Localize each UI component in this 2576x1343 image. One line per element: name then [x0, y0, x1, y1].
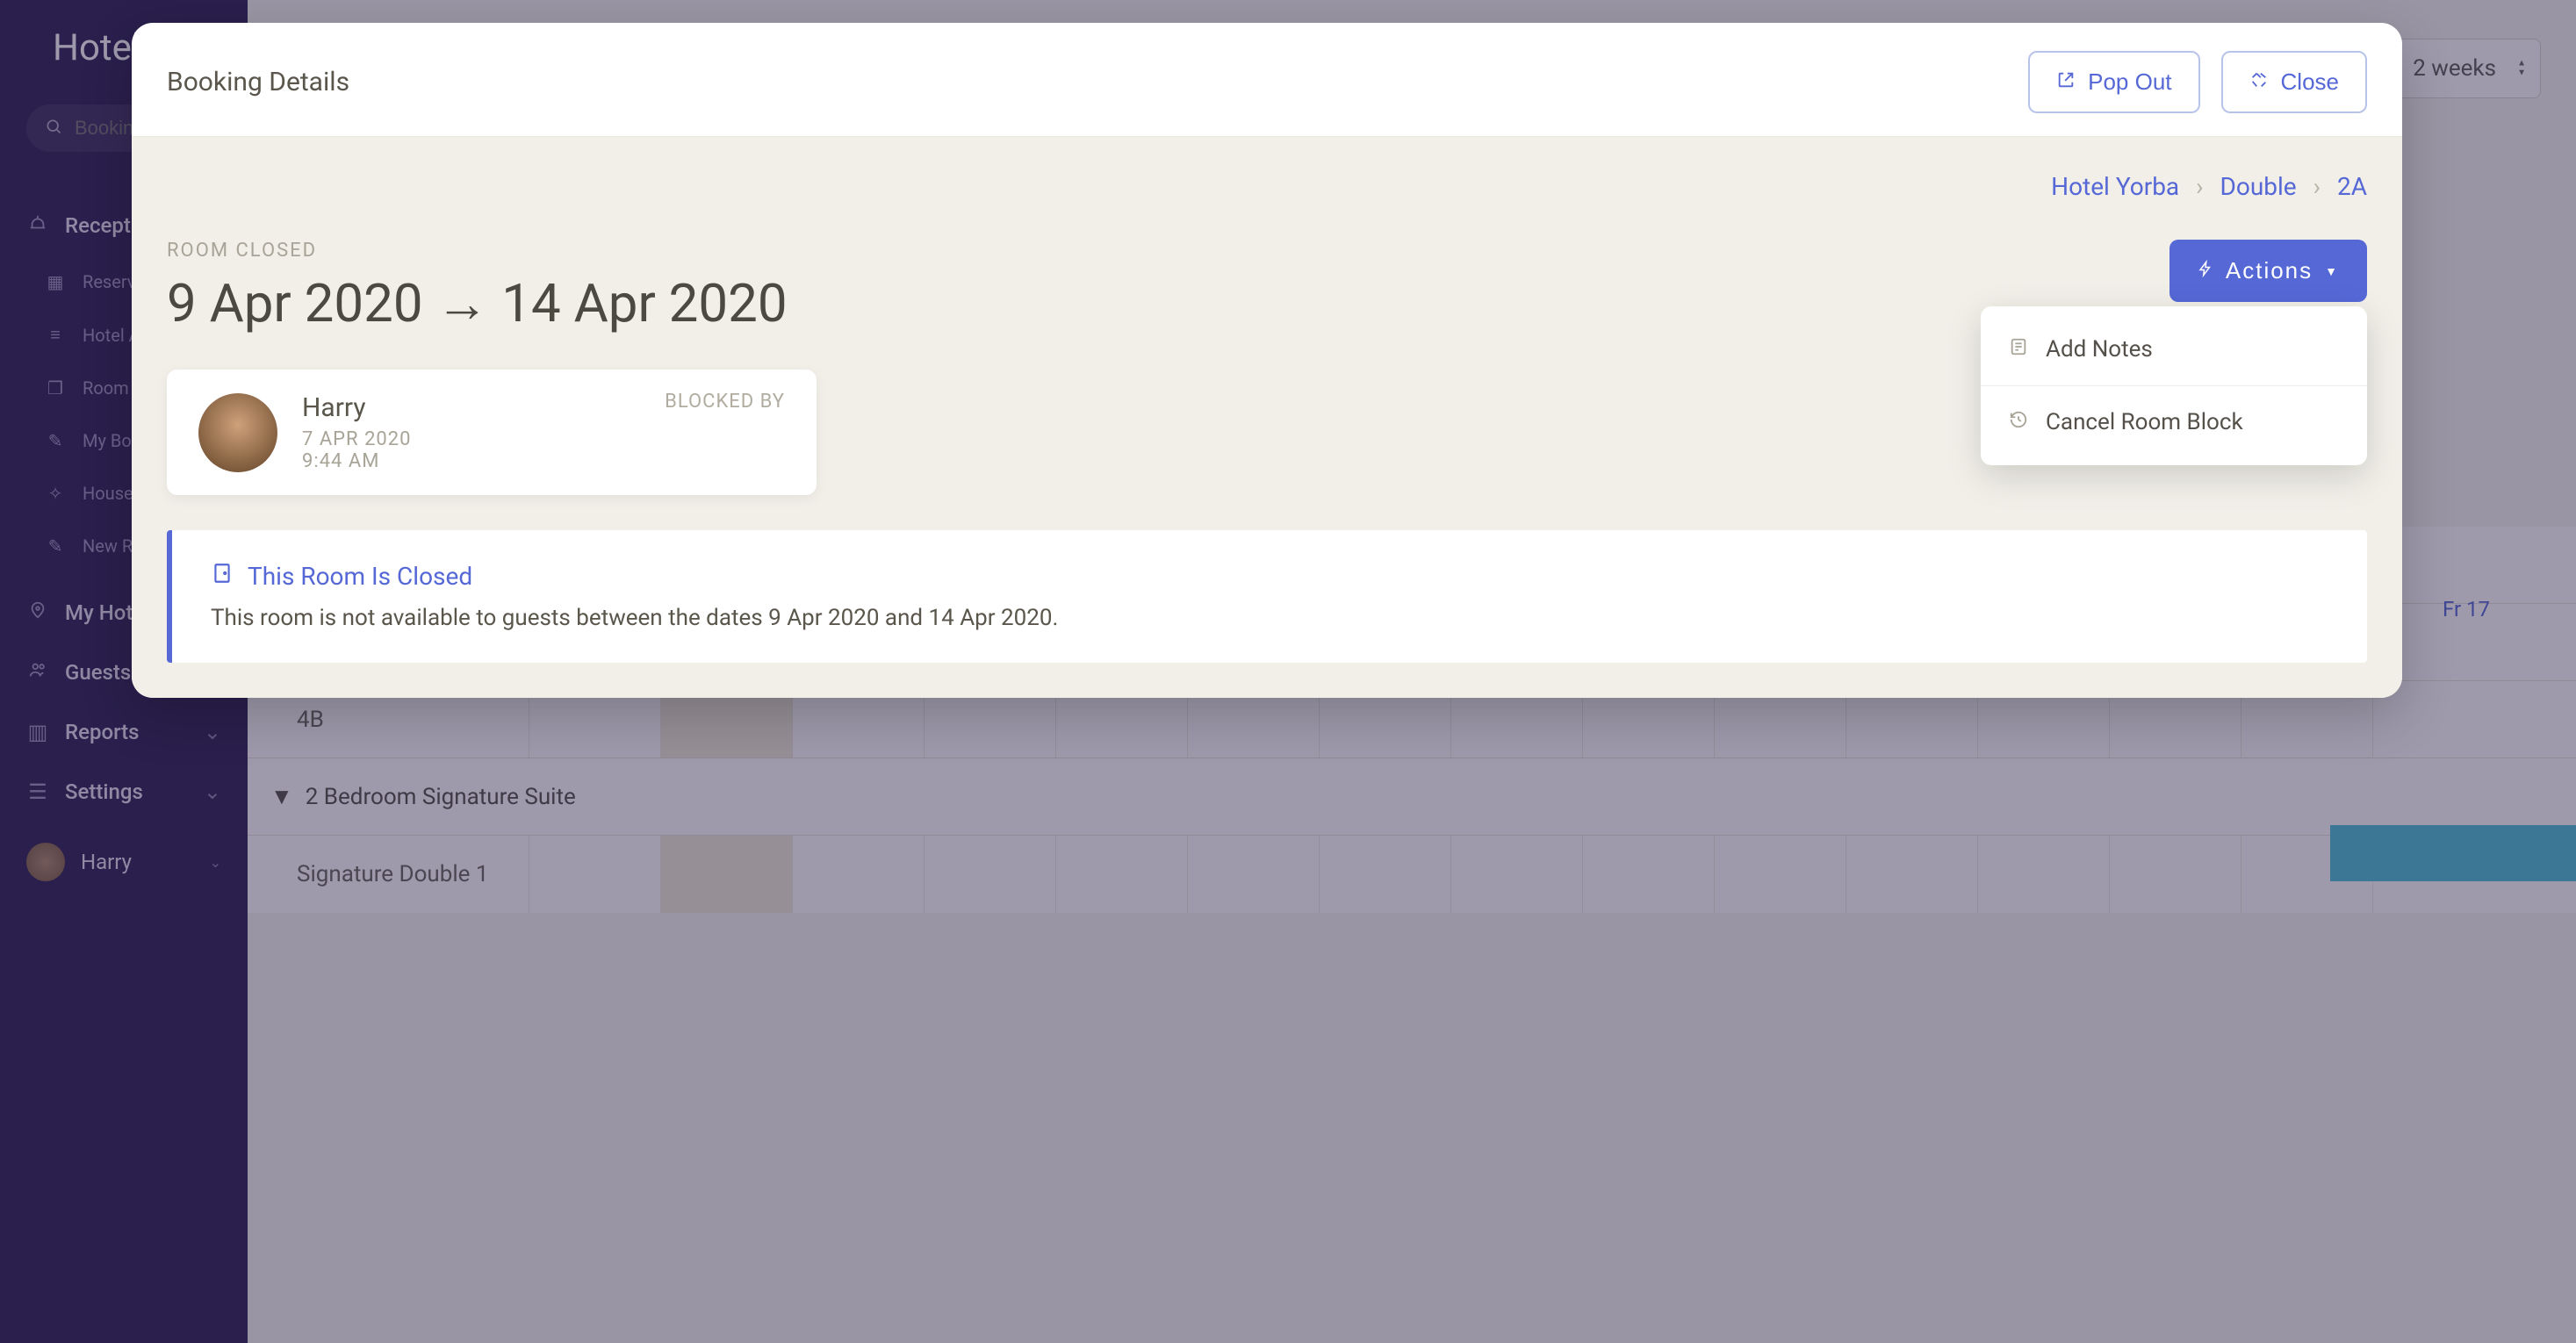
action-add-notes[interactable]: Add Notes	[1981, 313, 2367, 385]
room-closed-panel: This Room Is Closed This room is not ava…	[167, 530, 2367, 663]
action-cancel-block[interactable]: Cancel Room Block	[1981, 385, 2367, 458]
blocked-by-name: Harry	[302, 392, 412, 423]
blocked-by-card: BLOCKED BY Harry 7 APR 2020 9:44 AM	[167, 370, 817, 495]
pop-out-icon	[2056, 68, 2076, 96]
breadcrumb-roomtype[interactable]: Double	[2220, 172, 2296, 201]
modal-title: Booking Details	[167, 67, 349, 97]
door-closed-icon	[211, 562, 234, 591]
blocked-by-date: 7 APR 2020	[302, 428, 412, 450]
lightning-icon	[2198, 257, 2213, 284]
breadcrumb-room[interactable]: 2A	[2337, 172, 2367, 201]
status-label: ROOM CLOSED	[167, 240, 788, 262]
action-label: Cancel Room Block	[2046, 409, 2243, 435]
close-label: Close	[2281, 68, 2339, 96]
date-range: 9 Apr 2020 → 14 Apr 2020	[167, 272, 788, 334]
blocked-by-time: 9:44 AM	[302, 450, 412, 472]
actions-dropdown: Add Notes Cancel Room Block	[1981, 306, 2367, 465]
actions-button[interactable]: Actions ▼	[2169, 240, 2367, 302]
closed-description: This room is not available to guests bet…	[211, 605, 2328, 631]
breadcrumb: Hotel Yorba › Double › 2A	[167, 172, 2367, 201]
avatar	[198, 393, 277, 472]
actions-label: Actions	[2226, 257, 2313, 284]
action-label: Add Notes	[2046, 336, 2153, 363]
pop-out-button[interactable]: Pop Out	[2028, 51, 2199, 113]
booking-details-modal: Booking Details Pop Out Close Hotel Yorb…	[132, 23, 2402, 698]
closed-heading: This Room Is Closed	[248, 562, 472, 591]
close-icon	[2249, 68, 2269, 96]
history-icon	[2009, 409, 2028, 435]
blocked-by-badge: BLOCKED BY	[665, 391, 785, 413]
breadcrumb-hotel[interactable]: Hotel Yorba	[2051, 172, 2179, 201]
caret-down-icon: ▼	[2325, 264, 2339, 278]
notes-icon	[2009, 336, 2028, 363]
pop-out-label: Pop Out	[2088, 68, 2171, 96]
close-button[interactable]: Close	[2221, 51, 2367, 113]
